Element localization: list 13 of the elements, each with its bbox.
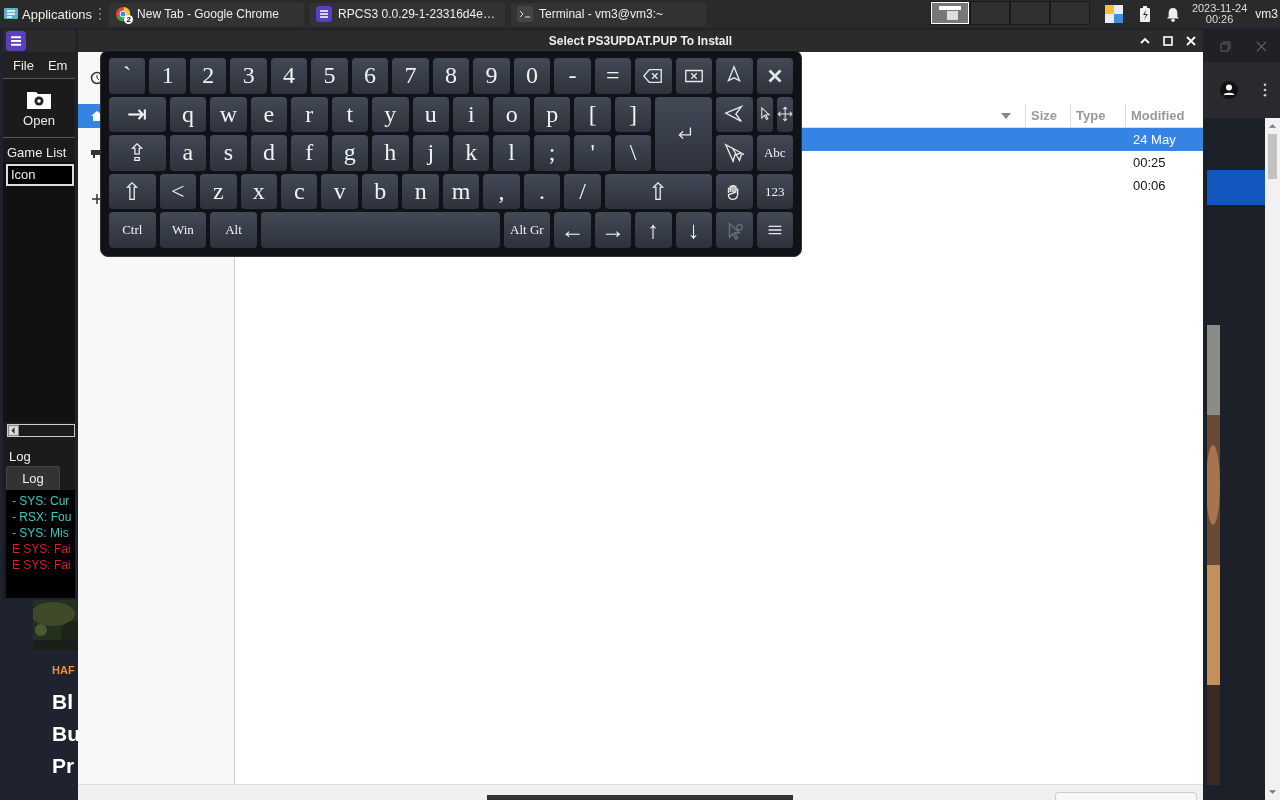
panel-title: Game List [6, 144, 68, 162]
panel-title: Log [8, 448, 32, 466]
log-line: - SYS: Cur [12, 493, 71, 509]
dialog-title: Select PS3UPDAT.PUP To Install [548, 34, 733, 48]
clock-time: 00:26 [1205, 14, 1234, 25]
log-line: E SYS: Fai [12, 557, 72, 573]
log-line: E SYS: Fai [12, 541, 72, 557]
clock-date: 2023-11-24 [1191, 3, 1248, 14]
count-badge: 2 [124, 15, 134, 24]
table-cell-text: 24 May [1133, 132, 1177, 147]
log-line: - SYS: Mis [12, 525, 70, 541]
log-line: - RSX: Fou [12, 509, 73, 525]
article-kicker: HAF [52, 664, 76, 678]
